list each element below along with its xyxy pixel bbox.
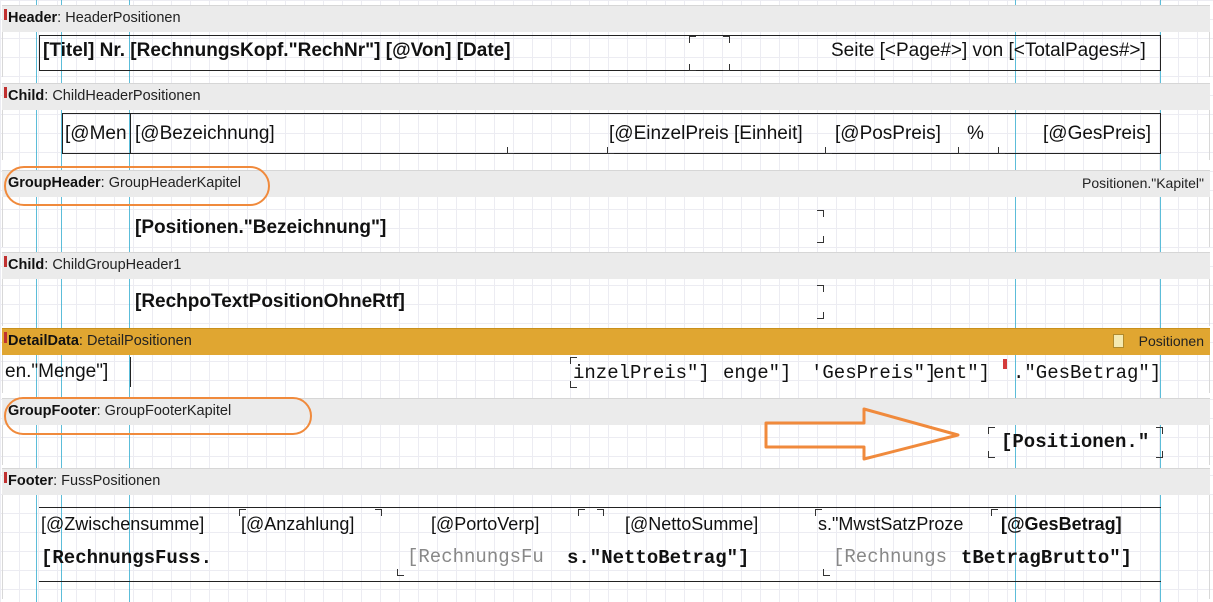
field-betragbrutto[interactable]: tBetragBrutto"]: [961, 547, 1161, 569]
band-title: Child: ChildHeaderPositionen: [8, 88, 201, 104]
field-corner: [817, 210, 824, 217]
field-corner: [375, 509, 382, 516]
field-corner: [815, 509, 822, 516]
field-rechnungsfuss-3[interactable]: [Rechnungs: [833, 546, 963, 568]
field-percent[interactable]: %: [967, 123, 997, 145]
field-nettobetrag[interactable]: s."NettoBetrag"]: [567, 547, 787, 569]
frame-line: [62, 113, 1161, 114]
field-gespreis[interactable]: [@GesPreis]: [1043, 123, 1159, 145]
field-detail-einzelpreis[interactable]: inzelPreis"]: [573, 362, 723, 384]
field-nettosumme[interactable]: [@NettoSumme]: [625, 514, 785, 535]
field-pospreis[interactable]: [@PosPreis]: [835, 123, 953, 145]
field-anzahlung[interactable]: [@Anzahlung]: [241, 514, 381, 535]
frame-line: [39, 507, 1161, 508]
band-datasource: Positionen: [1138, 333, 1204, 349]
field-rechnungsfuss-2[interactable]: [RechnungsFu: [407, 546, 577, 568]
band-body-footer[interactable]: [@Zwischensumme] [@Anzahlung] [@PortoVer…: [2, 495, 1210, 599]
annotation-oval-groupfooter: [4, 397, 312, 435]
band-group-condition: Positionen."Kapitel": [1081, 175, 1204, 191]
band-body-detaildata[interactable]: en."Menge"] inzelPreis"] enge"] 'GesPrei…: [2, 355, 1210, 393]
frame-line: [39, 581, 1161, 582]
field-corner: [397, 569, 404, 576]
band-header-footer[interactable]: Footer: FussPositionen: [2, 468, 1210, 495]
field-corner: [988, 427, 995, 434]
field-menge[interactable]: [@Men: [65, 123, 129, 145]
field-corner: [988, 451, 995, 458]
field-rechnungsfuss[interactable]: [RechnungsFuss.: [41, 547, 251, 569]
field-positionen-bezeichnung[interactable]: [Positionen."Bezeichnung"]: [135, 217, 815, 239]
right-arrow-annotation-icon: [764, 407, 960, 461]
frame-line: [130, 113, 131, 154]
field-page-count[interactable]: Seite [<Page#>] von [<TotalPages#>]: [831, 40, 1161, 62]
band-title: Child: ChildGroupHeader1: [8, 257, 182, 273]
band-body-child[interactable]: [@Men [@Bezeichnung] [@EinzelPreis [Einh…: [2, 110, 1210, 160]
field-corner: [239, 509, 246, 516]
band-body-header[interactable]: [Titel] Nr. [RechnungsKopf."RechNr"] [@V…: [2, 32, 1210, 77]
field-detail-gespreis[interactable]: 'GesPreis"]: [811, 362, 939, 384]
field-positionen-sum[interactable]: [Positionen.": [1001, 431, 1161, 453]
field-corner: [689, 36, 696, 43]
band-marker: [4, 472, 7, 483]
field-corner: [507, 147, 514, 154]
field-corner: [597, 509, 604, 516]
field-corner: [570, 381, 577, 388]
band-header-detaildata[interactable]: DetailData: DetailPositionen Positionen: [2, 328, 1210, 355]
field-corner: [825, 147, 832, 154]
field-corner: [607, 147, 614, 154]
report-designer-canvas[interactable]: Header: HeaderPositionen [Titel] Nr. [Re…: [0, 0, 1213, 602]
field-gesbetrag[interactable]: [@GesBetrag]: [1001, 514, 1161, 535]
field-mwstsatz[interactable]: s."MwstSatzProze: [818, 514, 980, 535]
band-marker: [4, 332, 7, 343]
field-detail-menge[interactable]: en."Menge"]: [5, 361, 125, 383]
field-corner: [817, 236, 824, 243]
frame-line: [1160, 113, 1161, 154]
field-bezeichnung[interactable]: [@Bezeichnung]: [135, 123, 435, 145]
field-corner: [991, 509, 998, 516]
field-corner: [1156, 451, 1163, 458]
band-header-header[interactable]: Header: HeaderPositionen: [2, 5, 1210, 32]
field-rechpo-text[interactable]: [RechpoTextPositionOhneRtf]: [135, 291, 815, 313]
book-icon: [1113, 334, 1124, 348]
field-corner: [958, 147, 965, 154]
field-corner: [570, 357, 577, 364]
field-zwischensumme[interactable]: [@Zwischensumme]: [41, 514, 231, 535]
field-corner: [578, 509, 585, 516]
band-title: DetailData: DetailPositionen: [8, 333, 192, 349]
band-body-child2[interactable]: [RechpoTextPositionOhneRtf]: [2, 279, 1210, 326]
field-einzelpreis[interactable]: [@EinzelPreis: [609, 123, 734, 145]
band-header-child2[interactable]: Child: ChildGroupHeader1: [2, 252, 1210, 279]
field-corner: [1156, 427, 1163, 434]
field-corner: [723, 64, 730, 71]
field-detail-prozent[interactable]: ent"]: [933, 362, 1013, 384]
field-corner: [723, 36, 730, 43]
frame-line: [39, 70, 1161, 71]
annotation-oval-groupheader: [4, 166, 270, 206]
frame-line: [39, 35, 40, 71]
field-title[interactable]: [Titel] Nr. [RechnungsKopf."RechNr"] [@V…: [43, 40, 683, 62]
band-title: Footer: FussPositionen: [8, 473, 161, 489]
field-corner: [689, 64, 696, 71]
band-marker: [4, 256, 7, 267]
frame-line: [62, 113, 63, 154]
band-title: Header: HeaderPositionen: [8, 10, 181, 26]
field-detail-gesbetrag[interactable]: ."GesBetrag"]: [1013, 362, 1163, 384]
field-einheit[interactable]: [Einheit]: [734, 123, 824, 145]
warning-mark-icon: [1003, 359, 1007, 369]
field-detail-menge-2[interactable]: enge"]: [723, 362, 813, 384]
field-corner: [823, 569, 830, 576]
frame-line: [39, 35, 1161, 36]
band-header-child[interactable]: Child: ChildHeaderPositionen: [2, 83, 1210, 110]
band-marker: [4, 9, 7, 20]
field-corner: [998, 147, 1005, 154]
field-corner: [817, 312, 824, 319]
band-marker: [4, 87, 7, 98]
frame-line: [130, 357, 131, 387]
field-corner: [817, 285, 824, 292]
field-portoverp[interactable]: [@PortoVerp]: [431, 514, 571, 535]
